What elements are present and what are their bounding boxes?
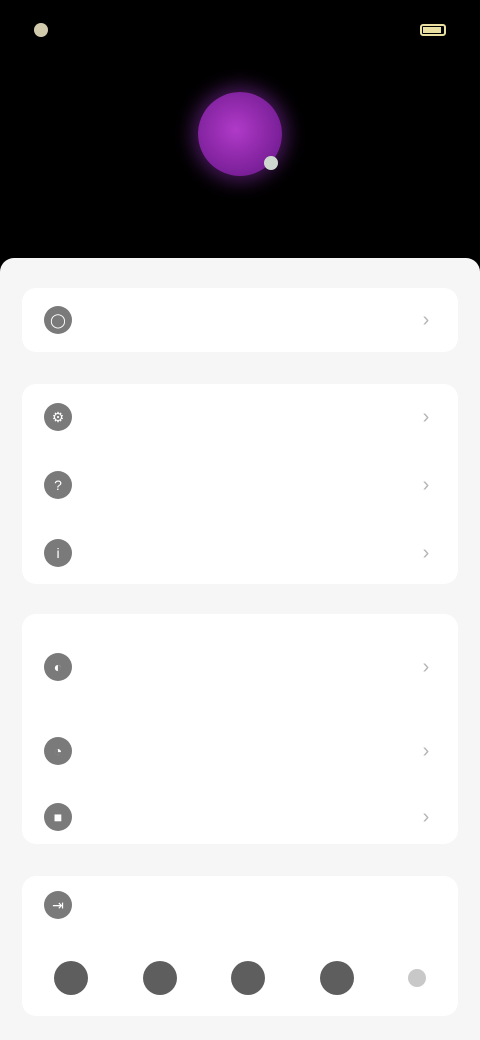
settings-icon: ⚙ bbox=[44, 403, 72, 431]
card-general: ⚙ › ? › i › bbox=[22, 384, 458, 584]
status-bar bbox=[0, 0, 480, 60]
menu-label-group bbox=[86, 665, 416, 669]
about-icon: i bbox=[44, 539, 72, 567]
menu-row-profile[interactable]: ◯ › bbox=[22, 291, 458, 349]
notifications-icon[interactable] bbox=[231, 961, 265, 995]
avatar-badge-icon bbox=[264, 156, 278, 170]
account-icon: ◐ bbox=[44, 653, 72, 681]
battery-fill bbox=[423, 27, 441, 33]
avatar[interactable] bbox=[198, 92, 282, 176]
battery-icon bbox=[420, 24, 446, 36]
profile-nav-icon[interactable] bbox=[319, 961, 354, 995]
card-profile: ◯ › bbox=[22, 288, 458, 352]
search-icon[interactable] bbox=[142, 961, 177, 995]
home-icon[interactable] bbox=[54, 961, 88, 995]
menu-row-logout[interactable]: ⇥ bbox=[22, 880, 458, 930]
menu-row-privacy[interactable]: ◔ › bbox=[22, 722, 458, 780]
menu-row-settings[interactable]: ⚙ › bbox=[22, 388, 458, 446]
card-account: ◐ › ◔ › ■ › bbox=[22, 614, 458, 844]
chevron-right-icon: › bbox=[422, 473, 430, 496]
chevron-right-icon: › bbox=[422, 405, 430, 428]
menu-row-about[interactable]: i › bbox=[22, 524, 458, 582]
chevron-right-icon: › bbox=[422, 739, 430, 762]
menu-row-help[interactable]: ? › bbox=[22, 456, 458, 514]
help-icon: ? bbox=[44, 471, 72, 499]
privacy-icon: ◔ bbox=[44, 737, 72, 765]
chevron-right-icon: › bbox=[422, 805, 430, 828]
status-left bbox=[34, 23, 56, 37]
chevron-right-icon: › bbox=[422, 541, 430, 564]
more-icon[interactable] bbox=[408, 969, 426, 987]
chevron-right-icon: › bbox=[422, 655, 430, 678]
menu-row-security[interactable]: ■ › bbox=[22, 788, 458, 846]
profile-icon: ◯ bbox=[44, 306, 72, 334]
settings-sheet: ◯ › ⚙ › ? › i › ◐ › ◔ › ■ › ⇥ bbox=[0, 258, 480, 1040]
bottom-nav bbox=[22, 948, 458, 1008]
security-icon: ■ bbox=[44, 803, 72, 831]
menu-row-account[interactable]: ◐ › bbox=[22, 634, 458, 700]
account-header bbox=[0, 60, 480, 250]
chevron-right-icon: › bbox=[422, 308, 430, 331]
logout-icon: ⇥ bbox=[44, 891, 72, 919]
status-dot-icon bbox=[34, 23, 48, 37]
status-right bbox=[420, 24, 446, 36]
